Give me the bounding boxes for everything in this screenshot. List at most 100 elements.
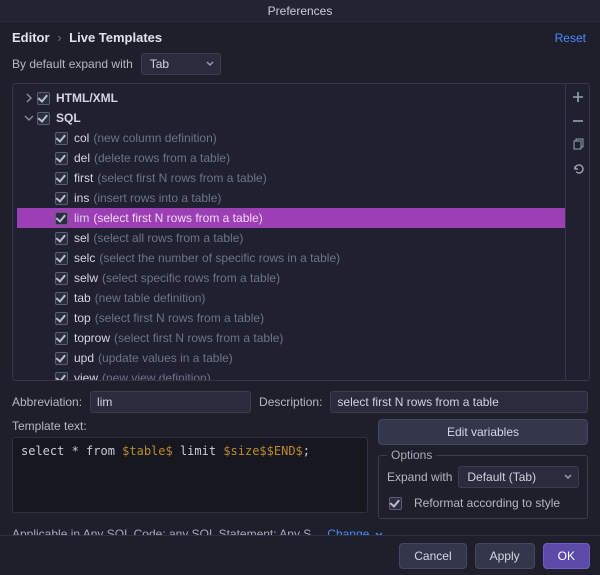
tree-checkbox[interactable] bbox=[55, 252, 68, 265]
remove-button[interactable] bbox=[569, 112, 587, 130]
abbreviation-input[interactable] bbox=[90, 391, 251, 413]
options-legend: Options bbox=[387, 448, 436, 462]
tree-hint: (select first N rows from a table) bbox=[97, 171, 266, 185]
options-fieldset: Options Expand with Default (Tab) Reform… bbox=[378, 455, 588, 519]
expand-with-default-label: By default expand with bbox=[12, 57, 133, 71]
breadcrumb-leaf: Live Templates bbox=[69, 30, 162, 45]
edit-variables-button[interactable]: Edit variables bbox=[378, 419, 588, 445]
tree-label: upd bbox=[74, 351, 94, 365]
tree-item[interactable]: selw (select specific rows from a table) bbox=[17, 268, 565, 288]
tree-checkbox[interactable] bbox=[37, 92, 50, 105]
expand-with-value: Default (Tab) bbox=[467, 470, 536, 484]
tree-toolbar bbox=[565, 84, 589, 380]
tree-item[interactable]: del (delete rows from a table) bbox=[17, 148, 565, 168]
breadcrumb: Editor › Live Templates bbox=[12, 30, 162, 45]
expand-with-combo[interactable]: Default (Tab) bbox=[458, 466, 579, 488]
tree-hint: (new table definition) bbox=[95, 291, 206, 305]
tree-hint: (select first N rows from a table) bbox=[93, 211, 262, 225]
tree-hint: (select first N rows from a table) bbox=[95, 311, 264, 325]
chevron-right-icon[interactable] bbox=[23, 93, 35, 103]
tree-checkbox[interactable] bbox=[37, 112, 50, 125]
tree-checkbox[interactable] bbox=[55, 132, 68, 145]
ok-button[interactable]: OK bbox=[543, 543, 590, 569]
tree-checkbox[interactable] bbox=[55, 352, 68, 365]
tree-checkbox[interactable] bbox=[55, 232, 68, 245]
tree-label: top bbox=[74, 311, 91, 325]
tree-item[interactable]: sel (select all rows from a table) bbox=[17, 228, 565, 248]
templates-tree-panel: HTML/XMLSQLcol (new column definition)de… bbox=[12, 83, 590, 381]
tree-hint: (select specific rows from a table) bbox=[102, 271, 280, 285]
tree-label: ins bbox=[74, 191, 89, 205]
tree-hint: (select the number of specific rows in a… bbox=[99, 251, 340, 265]
abbreviation-label: Abbreviation: bbox=[12, 395, 82, 409]
tree-item[interactable]: top (select first N rows from a table) bbox=[17, 308, 565, 328]
reformat-checkbox[interactable] bbox=[389, 497, 402, 510]
tree-checkbox[interactable] bbox=[55, 152, 68, 165]
tree-label: tab bbox=[74, 291, 91, 305]
tree-item[interactable]: first (select first N rows from a table) bbox=[17, 168, 565, 188]
tree-checkbox[interactable] bbox=[55, 372, 68, 381]
tree-checkbox[interactable] bbox=[55, 172, 68, 185]
tree-hint: (select first N rows from a table) bbox=[114, 331, 283, 345]
tree-item[interactable]: tab (new table definition) bbox=[17, 288, 565, 308]
chevron-down-icon bbox=[206, 60, 214, 68]
tree-group[interactable]: SQL bbox=[17, 108, 565, 128]
tree-item[interactable]: view (new view definition) bbox=[17, 368, 565, 380]
tree-group[interactable]: HTML/XML bbox=[17, 88, 565, 108]
tree-item[interactable]: col (new column definition) bbox=[17, 128, 565, 148]
tree-label: col bbox=[74, 131, 89, 145]
tree-hint: (new column definition) bbox=[93, 131, 216, 145]
copy-button[interactable] bbox=[569, 136, 587, 154]
template-text-editor[interactable]: select * from $table$ limit $size$$END$; bbox=[12, 437, 368, 513]
header: Editor › Live Templates Reset bbox=[0, 22, 600, 49]
tree-item[interactable]: upd (update values in a table) bbox=[17, 348, 565, 368]
tree-checkbox[interactable] bbox=[55, 272, 68, 285]
tree-hint: (delete rows from a table) bbox=[94, 151, 230, 165]
add-button[interactable] bbox=[569, 88, 587, 106]
tree-item[interactable]: selc (select the number of specific rows… bbox=[17, 248, 565, 268]
tree-checkbox[interactable] bbox=[55, 212, 68, 225]
tree-label: SQL bbox=[56, 111, 81, 125]
tree-label: view bbox=[74, 371, 98, 380]
description-input[interactable] bbox=[330, 391, 588, 413]
tree-label: toprow bbox=[74, 331, 110, 345]
tree-label: HTML/XML bbox=[56, 91, 118, 105]
chevron-down-icon bbox=[564, 473, 572, 481]
tree-checkbox[interactable] bbox=[55, 312, 68, 325]
tree-checkbox[interactable] bbox=[55, 292, 68, 305]
code-plain: limit bbox=[173, 444, 224, 458]
chevron-right-icon: › bbox=[53, 30, 65, 45]
tree-hint: (select all rows from a table) bbox=[93, 231, 243, 245]
window-title: Preferences bbox=[0, 0, 600, 22]
tree-checkbox[interactable] bbox=[55, 332, 68, 345]
tree-hint: (new view definition) bbox=[102, 371, 211, 380]
code-plain: ; bbox=[303, 444, 310, 458]
code-var: $size$$END$ bbox=[223, 444, 302, 458]
description-label: Description: bbox=[259, 395, 322, 409]
reset-link[interactable]: Reset bbox=[555, 31, 586, 45]
code-var: $table$ bbox=[122, 444, 173, 458]
reformat-label: Reformat according to style bbox=[414, 496, 560, 510]
cancel-button[interactable]: Cancel bbox=[399, 543, 466, 569]
breadcrumb-root[interactable]: Editor bbox=[12, 30, 50, 45]
expand-with-label: Expand with bbox=[387, 470, 452, 484]
tree-hint: (update values in a table) bbox=[98, 351, 233, 365]
tree-label: lim bbox=[74, 211, 89, 225]
tree-item[interactable]: lim (select first N rows from a table) bbox=[17, 208, 565, 228]
tree-item[interactable]: ins (insert rows into a table) bbox=[17, 188, 565, 208]
templates-tree[interactable]: HTML/XMLSQLcol (new column definition)de… bbox=[13, 84, 565, 380]
revert-button[interactable] bbox=[569, 160, 587, 178]
expand-with-default-value: Tab bbox=[150, 57, 169, 71]
tree-label: selw bbox=[74, 271, 98, 285]
tree-label: del bbox=[74, 151, 90, 165]
tree-label: selc bbox=[74, 251, 95, 265]
tree-item[interactable]: toprow (select first N rows from a table… bbox=[17, 328, 565, 348]
expand-with-default-combo[interactable]: Tab bbox=[141, 53, 221, 75]
tree-label: first bbox=[74, 171, 93, 185]
apply-button[interactable]: Apply bbox=[475, 543, 535, 569]
tree-label: sel bbox=[74, 231, 89, 245]
tree-checkbox[interactable] bbox=[55, 192, 68, 205]
chevron-down-icon[interactable] bbox=[23, 113, 35, 123]
dialog-footer: Cancel Apply OK bbox=[0, 535, 600, 575]
template-text-label: Template text: bbox=[12, 419, 368, 433]
